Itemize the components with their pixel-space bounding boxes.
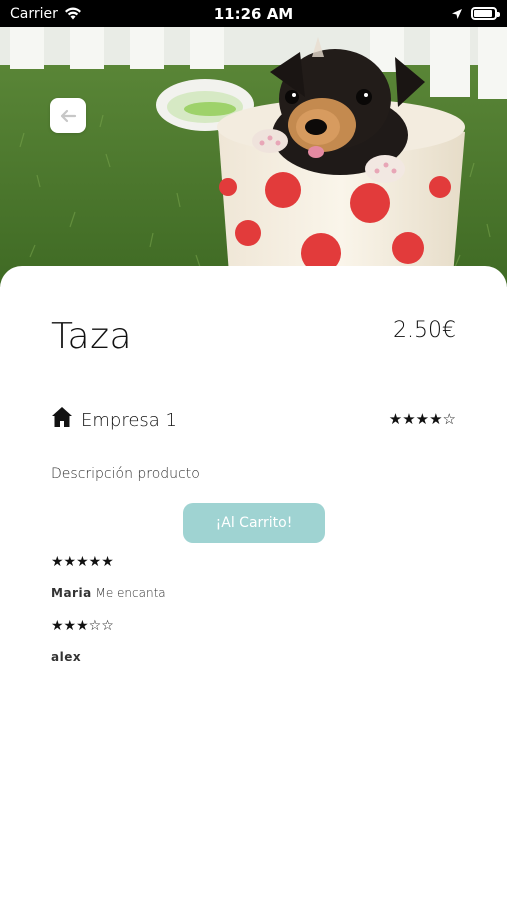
back-button[interactable] [50, 98, 86, 133]
location-arrow-icon [452, 8, 462, 19]
review-item: ★★★★★ Maria Me encanta [51, 554, 451, 600]
review-author: Maria [51, 586, 92, 600]
status-left: Carrier [10, 6, 82, 22]
review-stars: ★★★★★ [51, 554, 114, 570]
review-text: Maria Me encanta [51, 586, 451, 600]
arrow-left-icon [60, 109, 77, 122]
product-card: Taza 2.50€ Empresa 1 ★★★★☆ Descripción p… [0, 266, 507, 900]
status-right [451, 7, 500, 20]
status-bar: Carrier 11:26 AM [0, 0, 507, 27]
wifi-icon [64, 7, 81, 20]
company-rating: ★★★★☆ [388, 410, 456, 428]
battery-icon [471, 7, 500, 20]
product-title: Taza [51, 316, 133, 357]
product-price: 2.50€ [393, 318, 456, 343]
company-name: Empresa 1 [81, 410, 177, 431]
company-row[interactable]: Empresa 1 ★★★★☆ [51, 406, 456, 434]
review-comment: Me encanta [95, 586, 166, 600]
add-to-cart-button[interactable]: ¡Al Carrito! [183, 503, 325, 543]
home-icon [52, 407, 72, 427]
product-image [0, 27, 507, 287]
review-text: alex [51, 650, 451, 664]
review-author: alex [51, 650, 82, 664]
product-description: Descripción producto [51, 466, 200, 482]
review-item: ★★★☆☆ alex [51, 618, 451, 664]
review-stars: ★★★☆☆ [51, 618, 114, 634]
carrier-label: Carrier [10, 5, 58, 22]
